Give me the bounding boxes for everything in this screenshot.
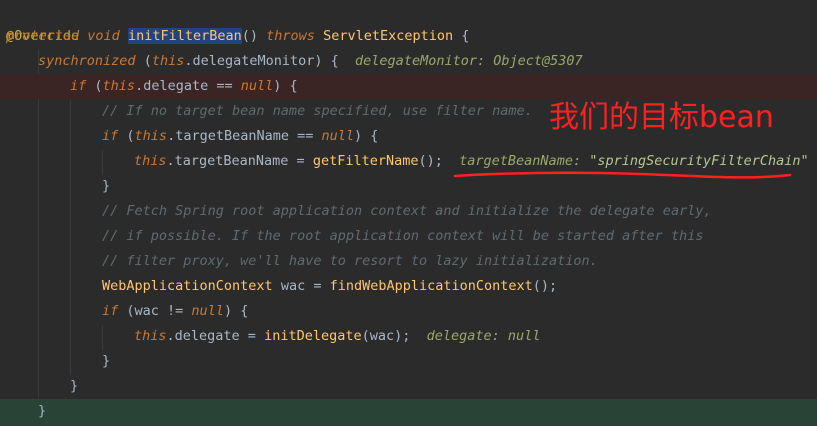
annotation-underline	[453, 171, 792, 179]
code-editor[interactable]: @Override protected void initFilterBean(…	[0, 0, 817, 426]
